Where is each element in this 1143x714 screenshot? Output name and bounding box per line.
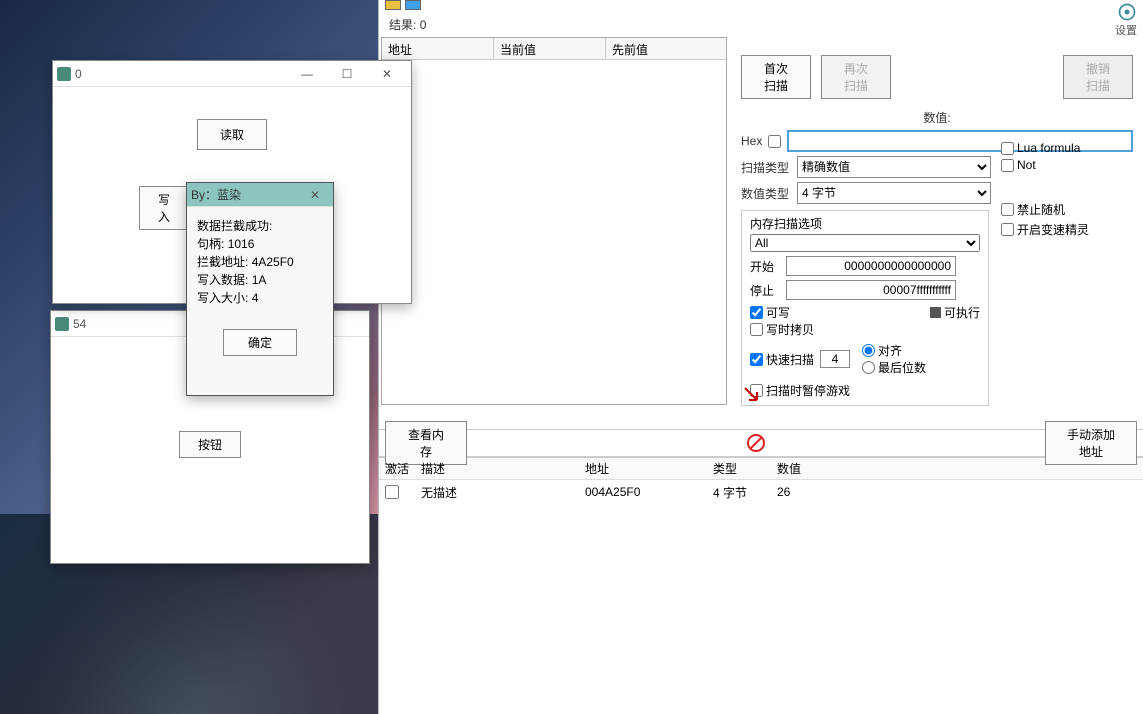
writable-checkbox[interactable] bbox=[750, 306, 763, 319]
toolbar-save-icon[interactable] bbox=[405, 0, 421, 10]
first-scan-button[interactable]: 首次扫描 bbox=[741, 55, 811, 99]
scan-type-select[interactable]: 精确数值 bbox=[797, 156, 991, 178]
col-addr-h[interactable]: 地址 bbox=[579, 458, 707, 479]
hex-checkbox[interactable] bbox=[768, 135, 781, 148]
add-address-button[interactable]: 手动添加地址 bbox=[1045, 421, 1137, 465]
hex-label: Hex bbox=[741, 134, 762, 148]
app-icon bbox=[55, 317, 69, 331]
line-address: 拦截地址: 4A25F0 bbox=[197, 253, 323, 271]
value-type-select[interactable]: 4 字节 bbox=[797, 182, 991, 204]
results-label: 结果: 0 bbox=[379, 14, 1143, 35]
dialog-title: By：蓝染 bbox=[191, 186, 301, 203]
minimize-icon[interactable]: ― bbox=[287, 61, 327, 87]
window-title: 0 bbox=[75, 67, 287, 81]
col-current[interactable]: 当前值 bbox=[494, 38, 606, 59]
line-write-data: 写入数据: 1A bbox=[197, 271, 323, 289]
read-button[interactable]: 读取 bbox=[197, 119, 267, 150]
scan-type-label: 扫描类型 bbox=[741, 159, 791, 176]
memory-scan-options: 内存扫描选项 All 开始 停止 可写 可执行 写时拷贝 快速扫描 bbox=[741, 210, 989, 406]
mem-region-select[interactable]: All bbox=[750, 234, 980, 252]
maximize-icon[interactable]: ☐ bbox=[327, 61, 367, 87]
value-type-label: 数值类型 bbox=[741, 185, 791, 202]
close-icon[interactable]: ✕ bbox=[301, 182, 329, 208]
close-icon[interactable]: ✕ bbox=[367, 61, 407, 87]
start-input[interactable] bbox=[786, 256, 956, 276]
col-val[interactable]: 数值 bbox=[771, 458, 851, 479]
address-table[interactable]: 激活 描述 地址 类型 数值 无描述 004A25F0 4 字节 26 bbox=[379, 457, 1143, 504]
app-icon bbox=[57, 67, 71, 81]
row-desc[interactable]: 无描述 bbox=[415, 482, 579, 503]
results-pane: 地址 当前值 先前值 bbox=[379, 35, 731, 425]
intercept-dialog[interactable]: By：蓝染 ✕ 数据拦截成功: 句柄: 1016 拦截地址: 4A25F0 写入… bbox=[186, 182, 334, 396]
next-scan-button: 再次扫描 bbox=[821, 55, 891, 99]
col-active[interactable]: 激活 bbox=[379, 458, 415, 479]
executable-tristate[interactable] bbox=[930, 307, 941, 318]
col-desc[interactable]: 描述 bbox=[415, 458, 579, 479]
red-arrow-icon[interactable] bbox=[743, 386, 761, 407]
cheat-engine-window: 设置 结果: 0 地址 当前值 先前值 首次扫描 再次扫描 撤销扫描 数值: bbox=[378, 0, 1143, 714]
stop-input[interactable] bbox=[786, 280, 956, 300]
cow-checkbox[interactable] bbox=[750, 323, 763, 336]
line-handle: 句柄: 1016 bbox=[197, 235, 323, 253]
start-label: 开始 bbox=[750, 258, 780, 275]
lua-checkbox[interactable] bbox=[1001, 142, 1014, 155]
line-write-size: 写入大小: 4 bbox=[197, 289, 323, 307]
align-radio[interactable] bbox=[862, 344, 875, 357]
toolbar-folder-icon[interactable] bbox=[385, 0, 401, 10]
button-btn[interactable]: 按钮 bbox=[179, 431, 241, 458]
value-label: 数值: bbox=[923, 109, 950, 126]
fast-scan-value[interactable] bbox=[820, 350, 850, 368]
col-type[interactable]: 类型 bbox=[707, 458, 771, 479]
not-checkbox[interactable] bbox=[1001, 159, 1014, 172]
row-active-checkbox[interactable] bbox=[385, 485, 399, 499]
undo-scan-button: 撤销扫描 bbox=[1063, 55, 1133, 99]
table-row[interactable]: 无描述 004A25F0 4 字节 26 bbox=[379, 480, 1143, 504]
ce-toolbar bbox=[379, 0, 1143, 14]
fast-scan-checkbox[interactable] bbox=[750, 353, 763, 366]
lastdigit-radio[interactable] bbox=[862, 361, 875, 374]
row-val[interactable]: 26 bbox=[771, 483, 851, 501]
results-table[interactable]: 地址 当前值 先前值 bbox=[381, 37, 727, 405]
row-addr[interactable]: 004A25F0 bbox=[579, 483, 707, 501]
row-type[interactable]: 4 字节 bbox=[707, 482, 771, 503]
no-random-checkbox[interactable] bbox=[1001, 203, 1014, 216]
mem-opts-label: 内存扫描选项 bbox=[750, 215, 980, 232]
stop-label: 停止 bbox=[750, 282, 780, 299]
col-address[interactable]: 地址 bbox=[382, 38, 494, 59]
ok-button[interactable]: 确定 bbox=[223, 329, 297, 356]
col-previous[interactable]: 先前值 bbox=[606, 38, 718, 59]
write-button[interactable]: 写入 bbox=[139, 186, 189, 230]
speedhack-checkbox[interactable] bbox=[1001, 223, 1014, 236]
forbid-icon[interactable] bbox=[746, 433, 766, 453]
line-success: 数据拦截成功: bbox=[197, 217, 323, 235]
